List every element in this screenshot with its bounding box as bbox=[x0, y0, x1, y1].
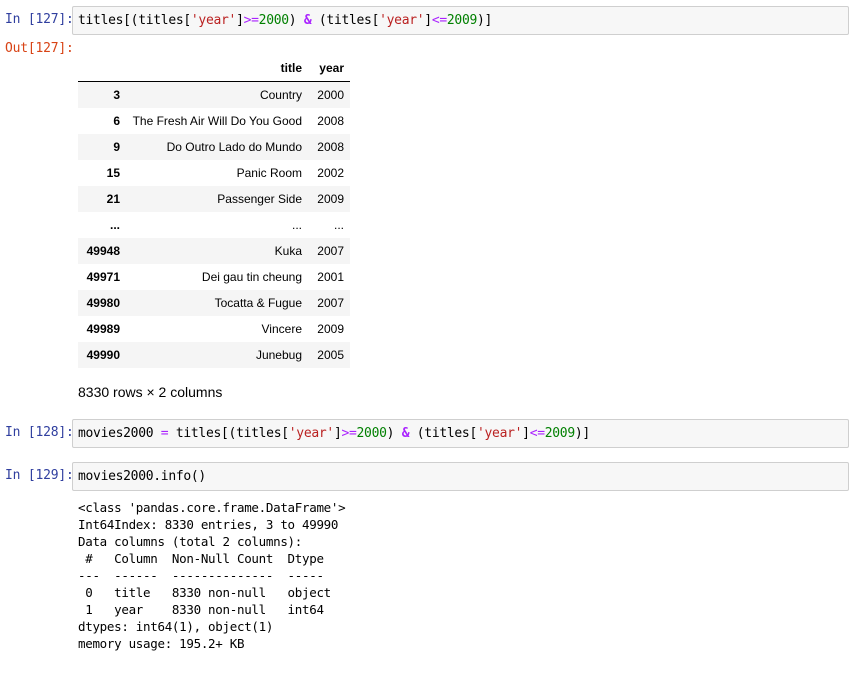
row-index: 3 bbox=[113, 88, 120, 102]
row-index: 49990 bbox=[86, 348, 120, 362]
cell-year: 2000 bbox=[317, 88, 344, 102]
row-index: 49980 bbox=[86, 296, 120, 310]
cell-title: Tocatta & Fugue bbox=[214, 296, 302, 310]
cell-title: Panic Room bbox=[236, 166, 302, 180]
stdout-output-129: <class 'pandas.core.frame.DataFrame'> In… bbox=[78, 500, 346, 651]
row-index: 9 bbox=[113, 140, 120, 154]
table-row: 6 The Fresh Air Will Do You Good 2008 bbox=[78, 108, 350, 134]
table-row: 3 Country 2000 bbox=[78, 81, 350, 108]
cell-title: Dei gau tin cheung bbox=[201, 270, 302, 284]
cell-year: 2008 bbox=[317, 114, 344, 128]
table-row: 15 Panic Room 2002 bbox=[78, 160, 350, 186]
table-row: 49980 Tocatta & Fugue 2007 bbox=[78, 290, 350, 316]
code-cell-127[interactable]: titles[(titles['year']>=2000) & (titles[… bbox=[72, 6, 849, 35]
code-text-128[interactable]: movies2000 = titles[(titles['year']>=200… bbox=[78, 426, 590, 441]
output-prompt-127: Out[127]: bbox=[5, 41, 74, 56]
cell-title: Vincere bbox=[261, 322, 302, 336]
code-text-127[interactable]: titles[(titles['year']>=2000) & (titles[… bbox=[78, 13, 492, 28]
row-index: ... bbox=[109, 218, 120, 232]
cell-title: Kuka bbox=[274, 244, 302, 258]
input-prompt-128: In [128]: bbox=[5, 425, 74, 440]
cell-year: 2007 bbox=[317, 296, 344, 310]
cell-title: ... bbox=[291, 218, 302, 232]
cell-title: Do Outro Lado do Mundo bbox=[166, 140, 302, 154]
table-row: 49971 Dei gau tin cheung 2001 bbox=[78, 264, 350, 290]
cell-year: 2009 bbox=[317, 192, 344, 206]
table-body: 3 Country 2000 6 The Fresh Air Will Do You G… bbox=[78, 81, 350, 368]
cell-year: 2007 bbox=[317, 244, 344, 258]
table-row: 9 Do Outro Lado do Mundo 2008 bbox=[78, 134, 350, 160]
table-row: 49989 Vincere 2009 bbox=[78, 316, 350, 342]
row-index: 49971 bbox=[86, 270, 120, 284]
cell-year: 2005 bbox=[317, 348, 344, 362]
input-prompt-129: In [129]: bbox=[5, 468, 74, 483]
cell-title: The Fresh Air Will Do You Good bbox=[132, 114, 302, 128]
table-row: 21 Passenger Side 2009 bbox=[78, 186, 350, 212]
column-header-title: title bbox=[126, 55, 308, 82]
cell-title: Country bbox=[259, 88, 302, 102]
code-cell-128[interactable]: movies2000 = titles[(titles['year']>=200… bbox=[72, 419, 849, 448]
dataframe-shape: 8330 rows × 2 columns bbox=[78, 384, 223, 400]
cell-year: ... bbox=[333, 218, 344, 232]
row-index: 15 bbox=[106, 166, 120, 180]
cell-title: Junebug bbox=[255, 348, 302, 362]
input-prompt-127: In [127]: bbox=[5, 12, 74, 27]
row-index: 49948 bbox=[86, 244, 120, 258]
dataframe-table: title year 3 Country 2000 6 The Fresh Air Wi… bbox=[78, 55, 350, 368]
cell-year: 2008 bbox=[317, 140, 344, 154]
table-row: ......... bbox=[78, 212, 350, 238]
column-header-year: year bbox=[308, 55, 350, 82]
cell-year: 2002 bbox=[317, 166, 344, 180]
code-cell-129[interactable]: movies2000.info() bbox=[72, 462, 849, 491]
code-text-129[interactable]: movies2000.info() bbox=[78, 469, 206, 484]
table-header-row: title year bbox=[78, 55, 350, 82]
cell-year: 2001 bbox=[317, 270, 344, 284]
table-row: 49948 Kuka 2007 bbox=[78, 238, 350, 264]
cell-title: Passenger Side bbox=[217, 192, 302, 206]
table-row: 49990 Junebug 2005 bbox=[78, 342, 350, 368]
row-index: 21 bbox=[106, 192, 120, 206]
row-index: 49989 bbox=[86, 322, 120, 336]
cell-year: 2009 bbox=[317, 322, 344, 336]
index-header bbox=[78, 55, 126, 82]
row-index: 6 bbox=[113, 114, 120, 128]
